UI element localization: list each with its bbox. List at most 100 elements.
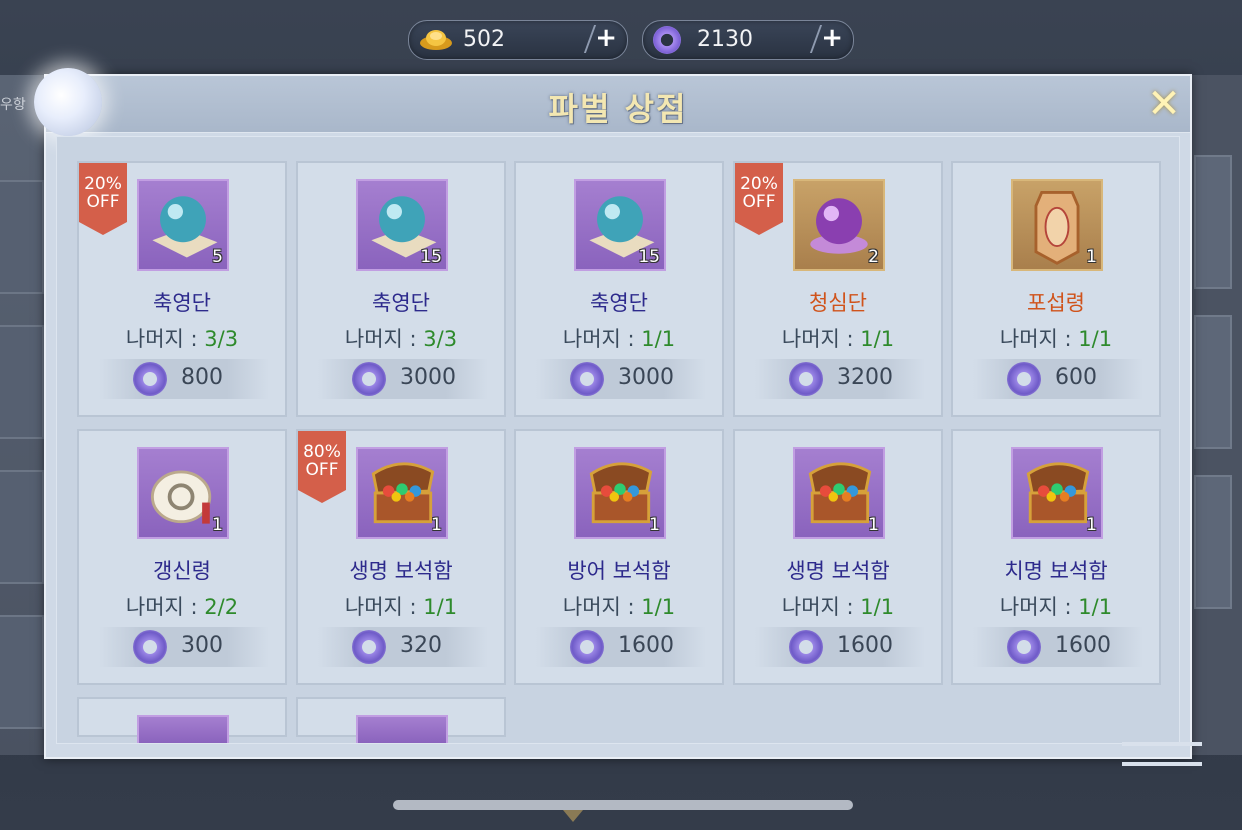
price-bar: 800 [99,359,269,399]
item-price: 1600 [837,633,893,658]
item-price: 300 [181,633,223,658]
background-slot [0,470,44,584]
background-slot [1194,155,1232,289]
moon-decoration-icon [34,68,102,136]
discount-badge: 80% OFF [298,431,346,503]
background-slot [1194,315,1232,449]
page-title: 파벌 상점 [548,90,688,128]
item-icon-frame: 1 [356,447,448,539]
item-price: 3000 [618,365,674,390]
remain-count: 2/2 [204,595,239,619]
remain-count: 1/1 [860,327,895,351]
jade-ring-icon [352,630,386,664]
price-bar: 1600 [973,627,1143,667]
scroll-down-icon [563,810,583,822]
item-name: 생명 보석함 [349,559,453,583]
add-gold-button[interactable]: + [595,23,617,53]
item-price: 320 [400,633,442,658]
remain-label: 나머지 : [562,595,642,619]
item-icon-frame: 1 [137,447,229,539]
item-quantity: 1 [1086,247,1097,267]
price-bar: 1600 [755,627,925,667]
divider-chevron [557,25,597,53]
remain-label: 나머지 : [781,327,861,351]
shop-item-card[interactable]: 1 방어 보석함 나머지 : 1/1 1600 [514,429,724,685]
shop-item-card[interactable]: 15 축영단 나머지 : 3/3 3000 [296,161,506,417]
item-remaining: 나머지 : 1/1 [516,323,722,353]
shop-item-card[interactable]: 1 80% OFF 생명 보석함나머지 : 1/1 320 [296,429,506,685]
background-slot [0,615,44,729]
item-remaining: 나머지 : 1/1 [735,323,941,353]
remain-label: 나머지 : [344,595,424,619]
item-quantity: 5 [212,247,223,267]
item-name: 축영단 [372,291,430,315]
item-icon-frame: 1 [1011,447,1103,539]
item-quantity: 1 [868,515,879,535]
gold-ingot-icon [420,30,452,50]
scrollbar[interactable] [393,800,853,810]
item-remaining: 나머지 : 1/1 [953,323,1159,353]
remain-count: 1/1 [641,595,676,619]
item-quantity: 15 [420,247,442,267]
discount-badge: 20% OFF [79,163,127,235]
panel-header: 파벌 상점 ✕ [46,76,1190,133]
shop-item-card[interactable]: 1 치명 보석함 나머지 : 1/1 1600 [951,429,1161,685]
remain-label: 나머지 : [999,327,1079,351]
remain-label: 나머지 : [781,595,861,619]
remain-count: 3/3 [204,327,239,351]
price-bar: 320 [318,627,488,667]
shop-panel: 파벌 상점 ✕ 5 20% OFF 축영단 나머지 : 3/3 800 15 축영단 나머지 … [34,68,1192,759]
jade-ring-icon [570,362,604,396]
shop-item-card-partial[interactable] [77,697,287,743]
close-button[interactable]: ✕ [1144,84,1184,124]
item-name: 생명 보석함 [786,559,890,583]
shop-item-card-partial[interactable] [296,697,506,743]
shop-item-card[interactable]: 15 축영단 나머지 : 1/1 3000 [514,161,724,417]
background-slot [0,325,44,439]
item-price: 600 [1055,365,1097,390]
remain-count: 1/1 [1078,595,1113,619]
gold-amount: 502 [463,27,505,52]
remain-count: 1/1 [641,327,676,351]
item-price: 1600 [1055,633,1111,658]
background-slot [1194,475,1232,609]
item-remaining: 나머지 : 1/1 [516,591,722,621]
item-name: 포섭령 [1027,291,1085,315]
item-price: 800 [181,365,223,390]
item-quantity: 1 [1086,515,1097,535]
price-bar: 3000 [536,359,706,399]
cloud-decoration [1122,742,1202,766]
item-icon-frame: 15 [574,179,666,271]
remain-label: 나머지 : [344,327,424,351]
price-bar: 300 [99,627,269,667]
item-icon-frame: 1 [793,447,885,539]
item-icon-frame: 2 [793,179,885,271]
item-icon-frame [137,715,229,743]
jade-ring-icon [570,630,604,664]
remain-count: 1/1 [423,595,458,619]
item-price: 3000 [400,365,456,390]
item-remaining: 나머지 : 3/3 [79,323,285,353]
remain-count: 1/1 [1078,327,1113,351]
add-jade-button[interactable]: + [821,23,843,53]
item-quantity: 1 [649,515,660,535]
jade-ring-icon [1007,362,1041,396]
item-remaining: 나머지 : 1/1 [298,591,504,621]
background-left-panel [0,75,44,755]
price-bar: 600 [973,359,1143,399]
price-bar: 3000 [318,359,488,399]
item-icon-frame [356,715,448,743]
shop-item-card[interactable]: 1 생명 보석함나머지 : 1/1 1600 [733,429,943,685]
remain-count: 1/1 [860,595,895,619]
item-grid-container[interactable]: 5 20% OFF 축영단 나머지 : 3/3 800 15 축영단 나머지 : 3/3 300… [56,136,1180,744]
item-icon-frame: 1 [1011,179,1103,271]
item-remaining: 나머지 : 1/1 [953,591,1159,621]
item-quantity: 15 [638,247,660,267]
shop-item-card[interactable]: 1 갱신령 나머지 : 2/2 300 [77,429,287,685]
item-icon-frame: 5 [137,179,229,271]
shop-item-card[interactable]: 5 20% OFF 축영단 나머지 : 3/3 800 [77,161,287,417]
shop-item-card[interactable]: 2 20% OFF 청심단 나머지 : 1/1 3200 [733,161,943,417]
remain-label: 나머지 : [999,595,1079,619]
shop-item-card[interactable]: 1 포섭령나머지 : 1/1 600 [951,161,1161,417]
discount-badge: 20% OFF [735,163,783,235]
